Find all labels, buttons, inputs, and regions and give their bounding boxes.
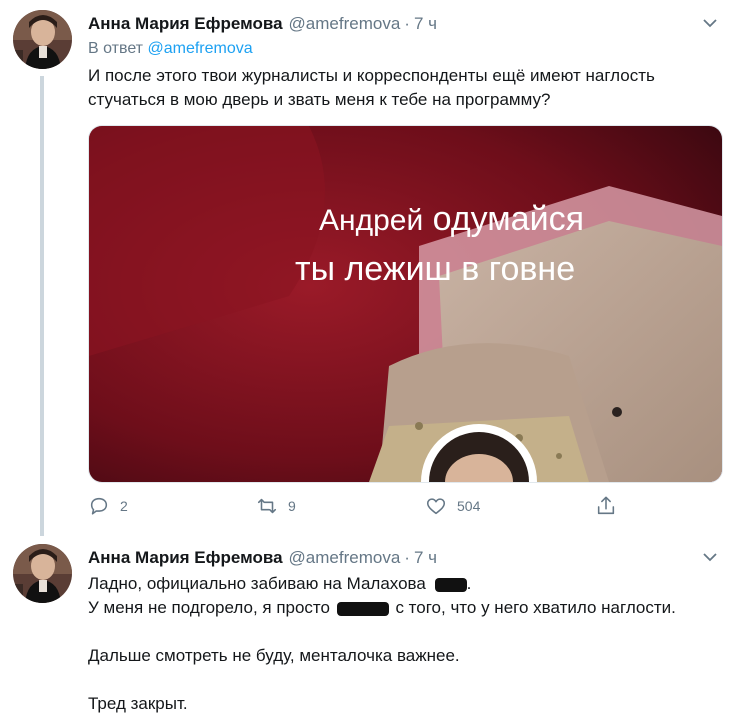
tweet-media[interactable]: Андрей одумайся ты лежиш в говне bbox=[88, 125, 723, 483]
tweet-text-line: стучаться в мою дверь и звать меня к теб… bbox=[88, 90, 551, 109]
tweet-actions: 2 9 504 bbox=[88, 495, 648, 521]
timestamp[interactable]: 7 ч bbox=[414, 14, 437, 34]
like-count: 504 bbox=[457, 498, 481, 514]
tweet-text-line: У меня не подгорело, я просто с того, чт… bbox=[88, 596, 676, 620]
timestamp[interactable]: 7 ч bbox=[414, 548, 437, 568]
tweet-text: И после этого твои журналисты и корреспо… bbox=[88, 64, 655, 112]
tweet-2[interactable]: Анна Мария Ефремова @amefremova · 7 ч Ла… bbox=[0, 534, 740, 726]
like-button[interactable]: 504 bbox=[425, 495, 480, 517]
media-image bbox=[89, 126, 722, 482]
reply-button[interactable]: 2 bbox=[88, 495, 128, 517]
tweet-text-segment: У меня не подгорело, я просто bbox=[88, 598, 330, 617]
tweet-header: Анна Мария Ефремова @amefremova · 7 ч bbox=[88, 12, 437, 36]
tweet-1[interactable]: Анна Мария Ефремова @amefremova · 7 ч В … bbox=[0, 0, 740, 536]
tweet-header: Анна Мария Ефремова @amefremova · 7 ч bbox=[88, 546, 437, 570]
retweet-button[interactable]: 9 bbox=[256, 495, 296, 517]
tweet-text-line: Дальше смотреть не буду, менталочка важн… bbox=[88, 646, 460, 665]
tweet-text-segment: с того, что у него хватило наглости. bbox=[395, 598, 676, 617]
tweet-text-line: Ладно, официально забиваю на Малахова . bbox=[88, 572, 676, 596]
retweet-icon bbox=[257, 498, 277, 514]
reply-handle-link[interactable]: @amefremova bbox=[147, 40, 252, 57]
tweet-text-segment: . bbox=[466, 574, 472, 593]
reply-context: В ответ @amefremova bbox=[88, 40, 253, 58]
avatar[interactable] bbox=[13, 544, 72, 603]
media-caption-word: Андрей bbox=[319, 204, 424, 237]
chevron-down-icon[interactable] bbox=[700, 547, 720, 567]
share-button[interactable] bbox=[595, 495, 617, 517]
retweet-count: 9 bbox=[288, 498, 296, 514]
user-handle[interactable]: @amefremova bbox=[289, 14, 401, 34]
reply-icon bbox=[90, 497, 108, 515]
display-name[interactable]: Анна Мария Ефремова bbox=[88, 548, 283, 568]
media-caption-line-2: ты лежиш в говне bbox=[295, 250, 576, 288]
tweet-text-line: И после этого твои журналисты и корреспо… bbox=[88, 66, 655, 85]
reply-prefix: В ответ bbox=[88, 40, 144, 57]
separator-dot: · bbox=[404, 548, 410, 567]
share-icon bbox=[597, 496, 615, 515]
tweet-text-line: Тред закрыт. bbox=[88, 694, 188, 713]
redaction-mark bbox=[336, 601, 389, 616]
tweet-text: Ладно, официально забиваю на Малахова . … bbox=[88, 572, 676, 716]
thread-line bbox=[40, 76, 44, 536]
media-caption-line-1: Андрей одумайся bbox=[319, 200, 584, 239]
separator-dot: · bbox=[404, 14, 410, 33]
tweet-text-segment: Ладно, официально забиваю на Малахова bbox=[88, 574, 426, 593]
reply-count: 2 bbox=[120, 498, 128, 514]
chevron-down-icon[interactable] bbox=[700, 13, 720, 33]
display-name[interactable]: Анна Мария Ефремова bbox=[88, 14, 283, 34]
media-caption-word: одумайся bbox=[432, 200, 584, 238]
avatar[interactable] bbox=[13, 10, 72, 69]
user-handle[interactable]: @amefremova bbox=[289, 548, 401, 568]
heart-icon bbox=[426, 498, 446, 515]
redaction-mark bbox=[434, 577, 467, 592]
